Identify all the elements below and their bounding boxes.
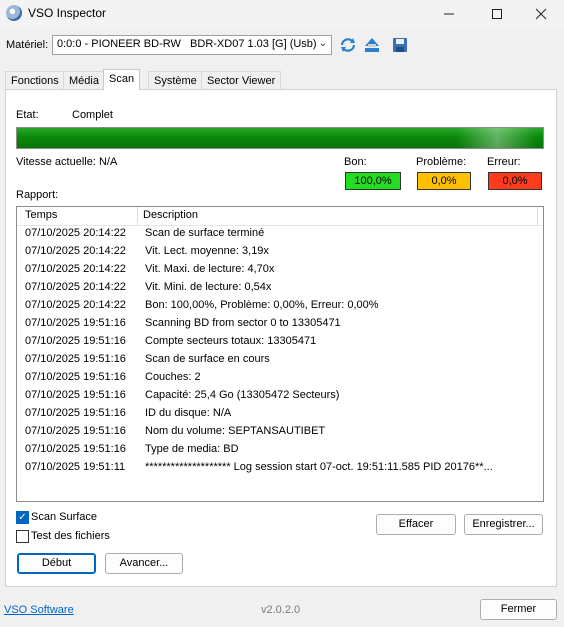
row-description: Scanning BD from sector 0 to 13305471	[145, 317, 341, 329]
test-files-checkbox[interactable]	[16, 530, 29, 543]
row-description: Type de media: BD	[145, 443, 239, 455]
vso-app-icon	[6, 5, 22, 21]
start-button[interactable]: Début	[17, 553, 96, 574]
error-percent: 0,0%	[488, 172, 542, 190]
error-label: Erreur:	[487, 156, 521, 168]
version-label: v2.0.2.0	[261, 604, 301, 616]
vso-software-link[interactable]: VSO Software	[4, 604, 74, 616]
row-description: Vit. Lect. moyenne: 3,19x	[145, 245, 269, 257]
row-time: 07/10/2025 19:51:16	[25, 335, 126, 347]
row-time: 07/10/2025 19:51:16	[25, 443, 126, 455]
scan-surface-label[interactable]: Scan Surface	[31, 511, 97, 523]
row-time: 07/10/2025 19:51:16	[25, 371, 126, 383]
row-time: 07/10/2025 19:51:16	[25, 407, 126, 419]
table-row[interactable]: 07/10/2025 19:51:16 Nom du volume: SEPTAN…	[17, 423, 543, 441]
save-report-button[interactable]: Enregistrer...	[464, 514, 543, 535]
table-row[interactable]: 07/10/2025 19:51:16 Capacité: 25,4 Go (13…	[17, 387, 543, 405]
problem-label: Problème:	[416, 156, 467, 168]
row-description: Scan de surface terminé	[145, 227, 265, 239]
minimize-button[interactable]	[426, 0, 472, 28]
column-header-time[interactable]: Temps	[25, 209, 57, 221]
column-divider[interactable]	[537, 207, 538, 225]
row-description: Nom du volume: SEPTANSAUTIBET	[145, 425, 326, 437]
scan-surface-checkbox[interactable]: ✓	[16, 511, 29, 524]
test-files-label[interactable]: Test des fichiers	[31, 530, 110, 542]
row-time: 07/10/2025 20:14:22	[25, 263, 126, 275]
chevron-down-icon: ⌄	[318, 38, 327, 49]
row-time: 07/10/2025 19:51:16	[25, 353, 126, 365]
close-button[interactable]: Fermer	[480, 599, 557, 620]
scan-progress-bar	[16, 127, 544, 149]
tab-systeme[interactable]: Système	[148, 71, 203, 89]
refresh-icon[interactable]	[339, 36, 357, 54]
device-select[interactable]: 0:0:0 - PIONEER BD-RW BDR-XD07 1.03 [G] …	[52, 35, 332, 55]
column-divider[interactable]	[137, 207, 138, 225]
row-time: 07/10/2025 20:14:22	[25, 245, 126, 257]
row-time: 07/10/2025 19:51:11	[25, 461, 126, 473]
tab-sector-viewer[interactable]: Sector Viewer	[201, 71, 282, 89]
device-select-value: 0:0:0 - PIONEER BD-RW BDR-XD07 1.03 [G] …	[57, 38, 317, 50]
table-row[interactable]: 07/10/2025 19:51:16 Scan de surface en co…	[17, 351, 543, 369]
row-description: Bon: 100,00%, Problème: 0,00%, Erreur: 0…	[145, 299, 379, 311]
report-header: Temps Description	[17, 207, 543, 226]
table-row[interactable]: 07/10/2025 20:14:22 Vit. Maxi. de lecture…	[17, 261, 543, 279]
table-row[interactable]: 07/10/2025 20:14:22 Scan de surface termi…	[17, 225, 543, 243]
maximize-icon	[492, 9, 502, 19]
row-time: 07/10/2025 20:14:22	[25, 281, 126, 293]
table-row[interactable]: 07/10/2025 19:51:16 ID du disque: N/A	[17, 405, 543, 423]
tab-bar: Fonctions Média Scan Système Sector View…	[5, 69, 557, 90]
table-row[interactable]: 07/10/2025 19:51:16 Type de media: BD	[17, 441, 543, 459]
tab-media[interactable]: Média	[63, 71, 105, 89]
table-row[interactable]: 07/10/2025 20:14:22 Bon: 100,00%, Problèm…	[17, 297, 543, 315]
row-description: Compte secteurs totaux: 13305471	[145, 335, 317, 347]
progress-shine	[457, 128, 537, 148]
row-time: 07/10/2025 19:51:16	[25, 317, 126, 329]
table-row[interactable]: 07/10/2025 20:14:22 Vit. Lect. moyenne: 3…	[17, 243, 543, 261]
column-header-description[interactable]: Description	[143, 209, 198, 221]
maximize-button[interactable]	[474, 0, 520, 28]
state-value: Complet	[72, 109, 113, 121]
state-label: Etat:	[16, 109, 39, 121]
save-icon[interactable]	[391, 36, 409, 54]
report-label: Rapport:	[16, 189, 59, 201]
row-description: ******************** Log session start 0…	[145, 461, 493, 473]
report-list[interactable]: Temps Description 07/10/2025 20:14:22 Sca…	[16, 206, 544, 502]
table-row[interactable]: 07/10/2025 19:51:11 ******************** …	[17, 459, 543, 477]
close-icon	[535, 8, 547, 20]
row-description: Vit. Maxi. de lecture: 4,70x	[145, 263, 275, 275]
table-row[interactable]: 07/10/2025 20:14:22 Vit. Mini. de lecture…	[17, 279, 543, 297]
row-time: 07/10/2025 19:51:16	[25, 425, 126, 437]
tab-scan[interactable]: Scan	[103, 69, 141, 90]
row-description: ID du disque: N/A	[145, 407, 232, 419]
good-percent: 100,0%	[345, 172, 401, 190]
close-window-button[interactable]	[518, 0, 564, 28]
minimize-icon	[444, 13, 454, 15]
row-description: Capacité: 25,4 Go (13305472 Secteurs)	[145, 389, 340, 401]
tab-fonctions[interactable]: Fonctions	[5, 71, 65, 89]
row-description: Couches: 2	[145, 371, 201, 383]
eject-icon[interactable]	[363, 36, 381, 54]
title-bar: VSO Inspector	[0, 0, 564, 28]
row-time: 07/10/2025 20:14:22	[25, 299, 126, 311]
device-label: Matériel:	[6, 39, 49, 51]
table-row[interactable]: 07/10/2025 19:51:16 Compte secteurs totau…	[17, 333, 543, 351]
row-description: Vit. Mini. de lecture: 0,54x	[145, 281, 272, 293]
table-row[interactable]: 07/10/2025 19:51:16 Couches: 2	[17, 369, 543, 387]
clear-button[interactable]: Effacer	[376, 514, 456, 535]
row-description: Scan de surface en cours	[145, 353, 270, 365]
row-time: 07/10/2025 19:51:16	[25, 389, 126, 401]
window-title: VSO Inspector	[28, 6, 107, 20]
good-label: Bon:	[344, 156, 367, 168]
problem-percent: 0,0%	[417, 172, 471, 190]
table-row[interactable]: 07/10/2025 19:51:16 Scanning BD from sect…	[17, 315, 543, 333]
advanced-button[interactable]: Avancer...	[105, 553, 183, 574]
row-time: 07/10/2025 20:14:22	[25, 227, 126, 239]
current-speed: Vitesse actuelle: N/A	[16, 156, 118, 168]
